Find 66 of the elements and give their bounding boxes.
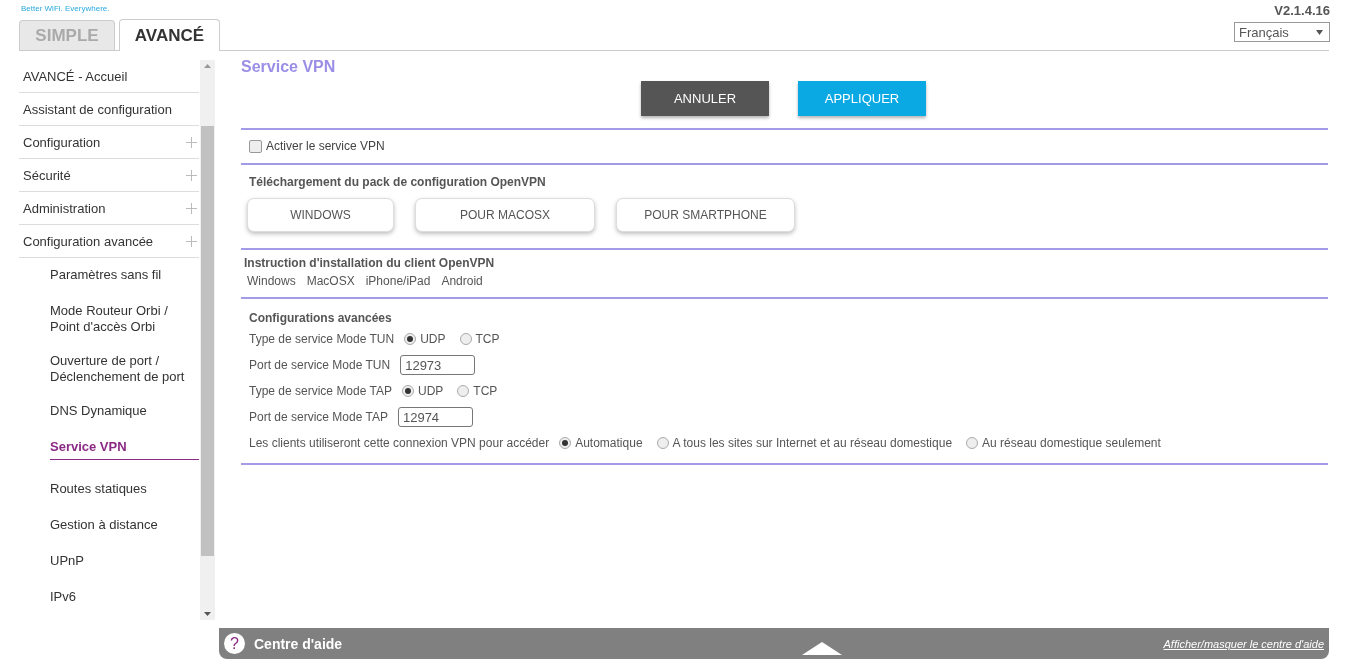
sidebar-item[interactable]: Assistant de configuration [19,93,199,125]
expand-plus-icon [186,203,197,214]
sidebar-subitem[interactable]: Paramètres sans fil [19,258,199,294]
expand-plus-icon [186,137,197,148]
radio-button[interactable] [457,385,470,397]
expand-plus-icon [186,170,197,181]
checkbox[interactable] [249,139,262,153]
field-label: Type de service Mode TAP [249,384,392,398]
sidebar-subitem[interactable]: IPv6 [19,580,199,616]
instruction-link[interactable]: Windows [247,274,296,288]
sidebar-subitem[interactable]: UPnP [19,544,199,580]
help-title: Centre d'aide [254,635,343,652]
download-button[interactable]: WINDOWS [247,198,394,232]
field-label: Port de service Mode TUN [249,358,391,372]
radio-button[interactable] [966,437,979,449]
sidebar-item[interactable]: AVANCÉ - Accueil [19,60,199,92]
radio-button[interactable] [559,437,572,449]
sidebar-subitem[interactable]: Routes statiques [19,472,199,508]
radio-label: UDP [417,384,444,398]
sidebar-subitem[interactable]: Gestion à distance [19,508,199,544]
field-label: Type de service Mode TUN [249,332,395,346]
section-heading: Configurations avancées [249,311,393,325]
radio-button[interactable] [656,437,669,449]
expand-plus-icon [186,236,197,247]
section-heading: Téléchargement du pack de configuration OpenVPN [249,175,547,189]
radio-label: Automatique [575,436,643,450]
scroll-up-icon[interactable] [204,64,211,68]
section-heading: Instruction d'installation du client OpenVPN [244,256,496,270]
scroll-down-icon[interactable] [204,612,211,616]
radio-button[interactable] [401,385,414,397]
sidebar-subitem[interactable]: Service VPN [50,430,199,460]
radio-button[interactable] [459,333,472,345]
radio-label: TCP [475,332,500,346]
dropdown-caret-icon [1316,29,1323,35]
sidebar-item[interactable]: Configuration [19,126,199,158]
toggle-help-link[interactable]: Afficher/masquer le centre d'aide [1163,637,1324,650]
scrollbar[interactable] [200,60,215,620]
help-icon[interactable]: ? [224,633,245,654]
radio-label: Au réseau domestique seulement [982,436,1161,450]
field-label: Port de service Mode TAP [249,410,388,424]
language-select[interactable]: Français [1234,22,1330,42]
expand-arrow-icon[interactable] [802,642,843,655]
sidebar-subitem[interactable]: Mode Routeur Orbi / Point d'accès Orbi [19,294,199,344]
firmware-version: V2.1.4.16 [1274,3,1330,18]
radio-button[interactable] [404,333,417,345]
sidebar-item[interactable]: Sécurité [19,159,199,191]
field-label: Les clients utiliseront cette connexion VPN pour accéder [249,436,550,450]
instruction-link[interactable]: iPhone/iPad [365,274,431,288]
sidebar-item[interactable]: Administration [19,192,199,224]
sidebar-subitem[interactable]: Ouverture de port / Déclenchement de port [19,344,199,394]
download-button[interactable]: POUR MACOSX [415,198,595,232]
tagline: Better WiFi. Everywhere. [21,4,111,15]
port-input-field[interactable]: 12974 [397,407,473,427]
sidebar-subitem[interactable]: DNS Dynamique [19,394,199,430]
instruction-link[interactable]: Android [441,274,483,288]
checkbox-label: Activer le service VPN [266,139,385,153]
radio-label: TCP [473,384,498,398]
download-button[interactable]: POUR SMARTPHONE [616,198,795,232]
port-input-field[interactable]: 12973 [400,355,476,375]
page-title: Service VPN [241,58,337,76]
radio-label: UDP [420,332,446,346]
cancel-button[interactable]: ANNULER [641,81,769,116]
radio-label: A tous les sites sur Internet et au réseau domestique [672,436,953,450]
instruction-link[interactable]: MacOSX [306,274,355,288]
sidebar-item[interactable]: Configuration avancée [19,225,199,257]
mode-tab[interactable]: AVANCÉ [119,19,220,51]
